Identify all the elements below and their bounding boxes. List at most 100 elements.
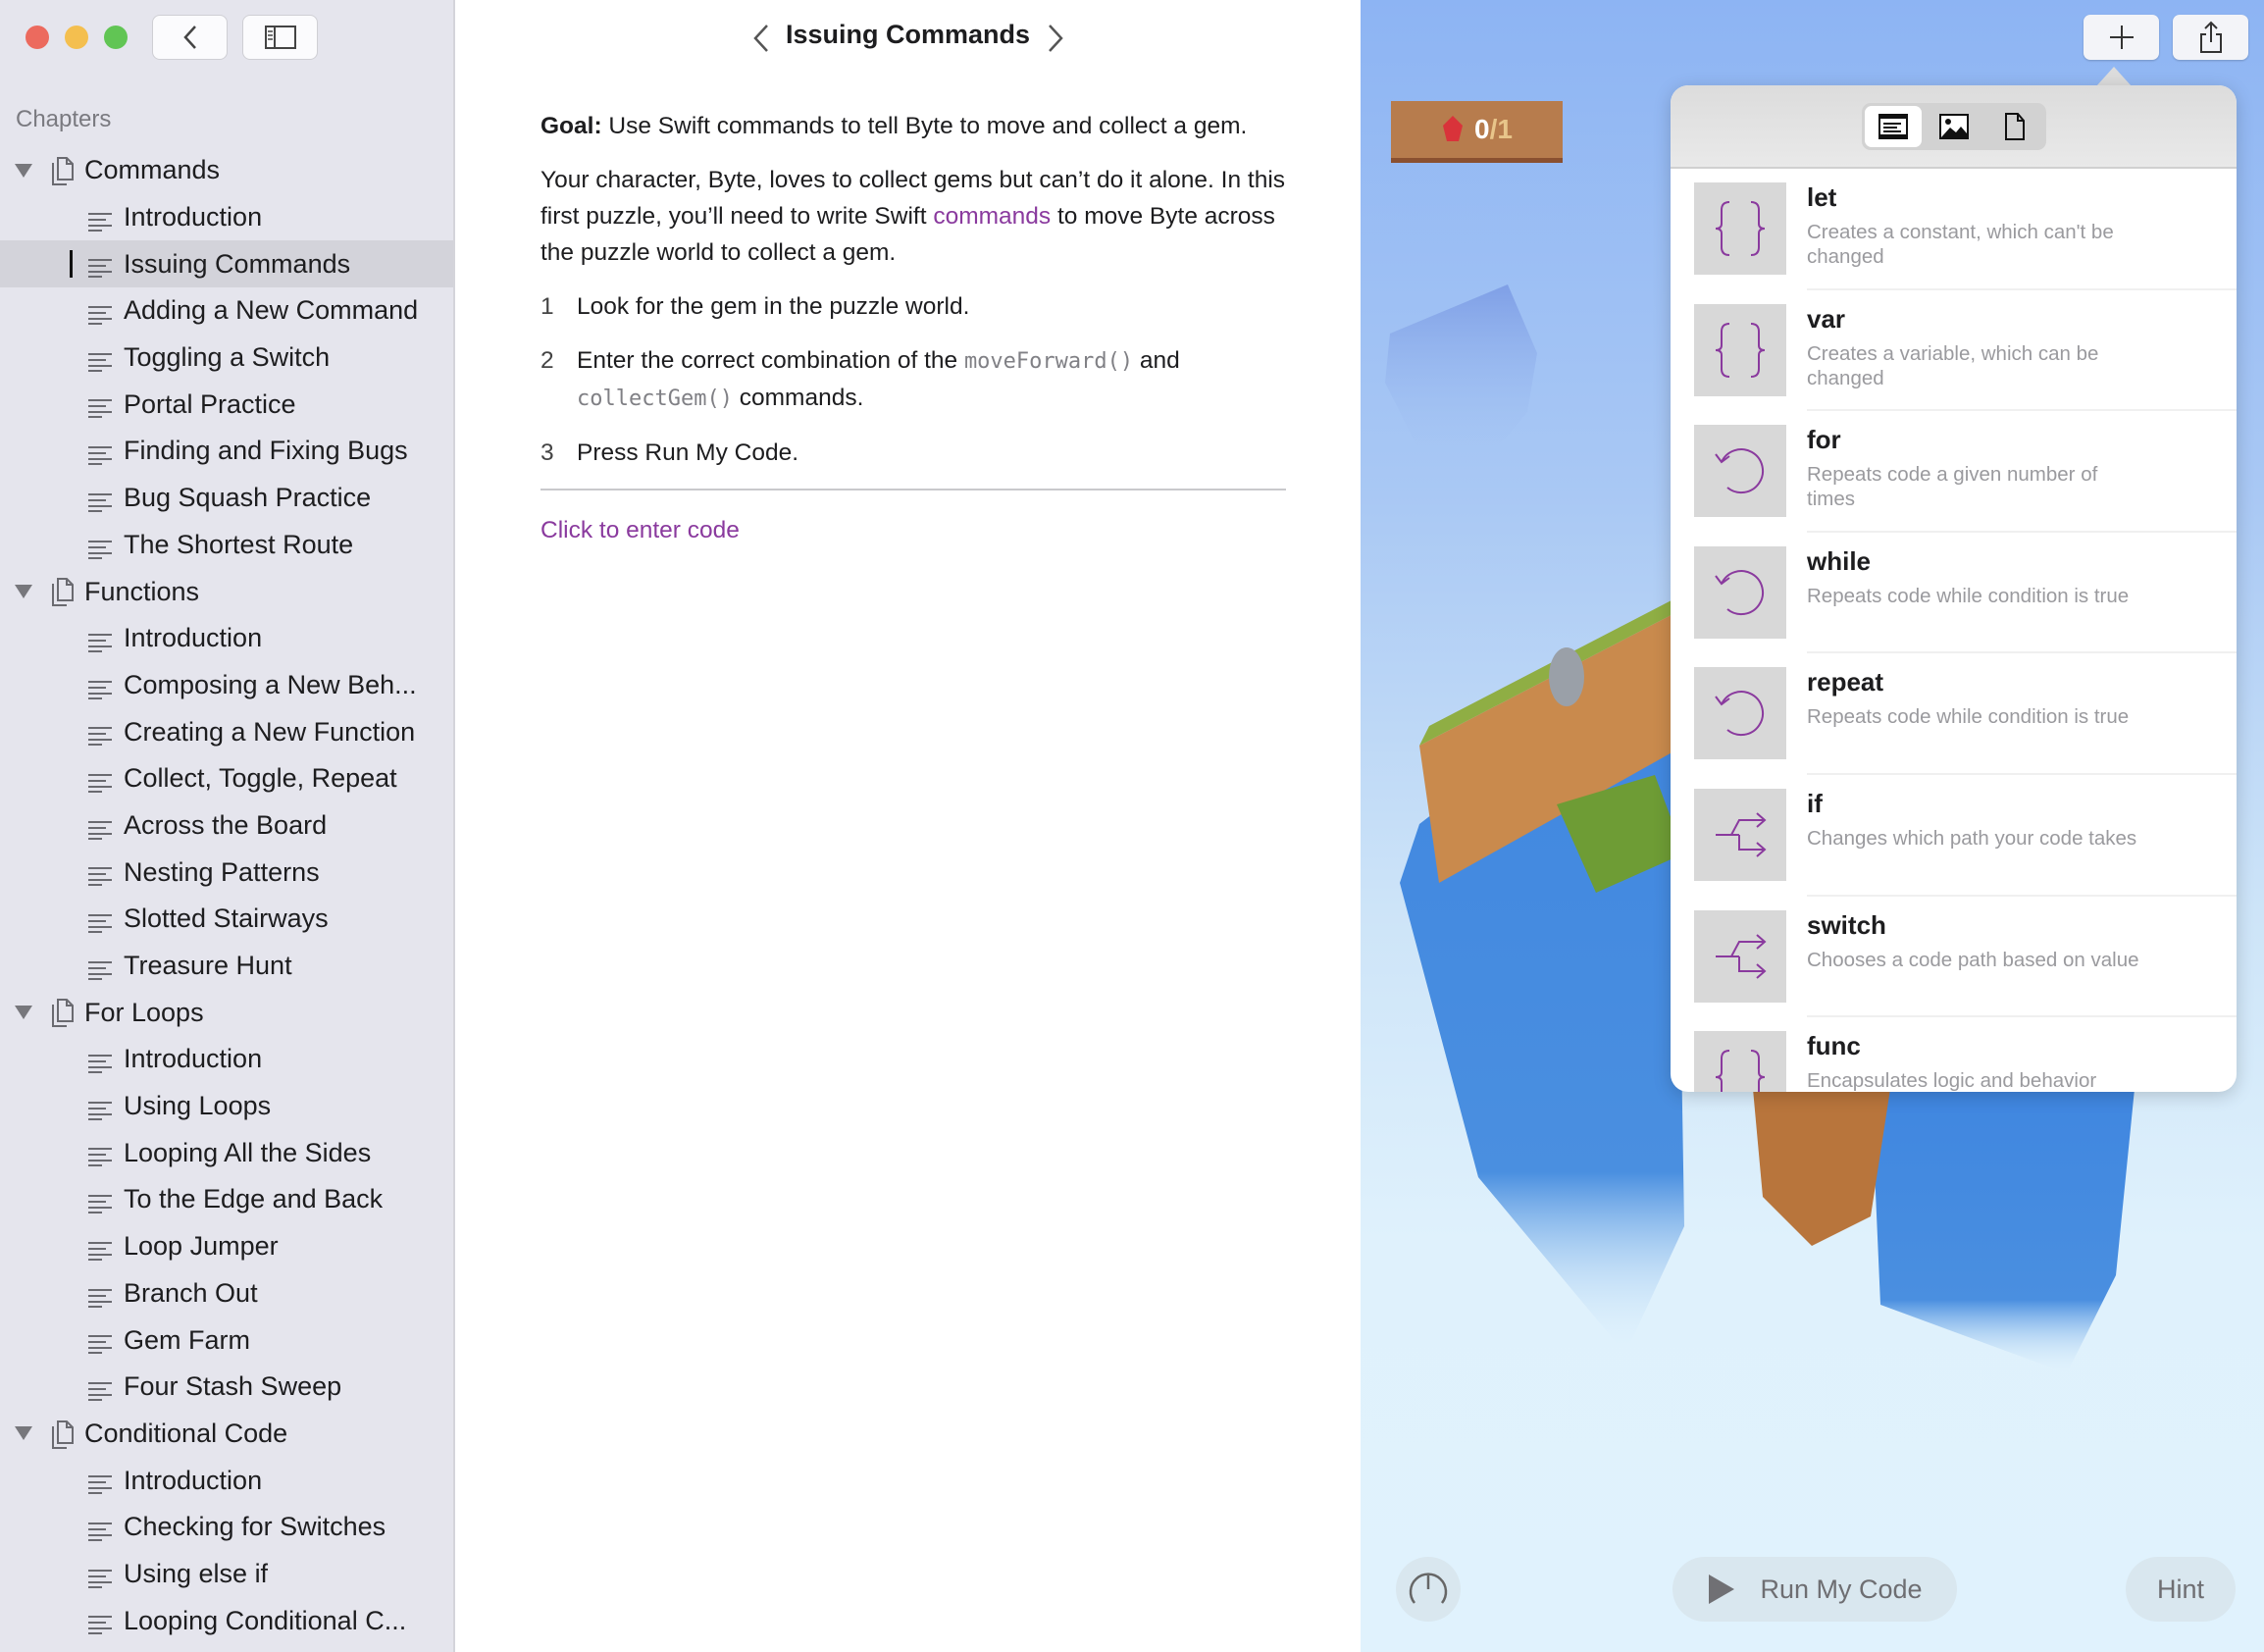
page-label: Composing a New Beh...	[124, 669, 417, 699]
snippet-title: for	[1807, 425, 1841, 455]
sidebar-page[interactable]: Introduction	[0, 1036, 453, 1083]
page-icon	[87, 676, 113, 706]
commands-link[interactable]: commands	[933, 203, 1051, 230]
share-button[interactable]	[2173, 15, 2248, 60]
snippet-title: var	[1807, 303, 1846, 334]
sidebar-page[interactable]: Loop Jumper	[0, 1223, 453, 1270]
sidebar-page[interactable]: Collect, Toggle, Repeat	[0, 755, 453, 802]
tab-code-snippets[interactable]	[1864, 105, 1922, 147]
sidebar-page[interactable]: Nesting Patterns	[0, 849, 453, 896]
tab-images[interactable]	[1926, 106, 1982, 147]
chevron-left-icon	[182, 26, 196, 49]
page-label: Introduction	[124, 623, 263, 653]
sidebar-page[interactable]: Across the Board	[0, 802, 453, 850]
toggle-sidebar-button[interactable]	[242, 15, 318, 60]
snippet-item-if[interactable]: if Changes which path your code takes	[1671, 775, 2237, 897]
page-icon	[87, 1518, 113, 1548]
plus-icon	[2109, 26, 2134, 49]
sidebar-page[interactable]: Portal Practice	[0, 381, 453, 428]
enter-code-link[interactable]: Click to enter code	[540, 512, 1286, 548]
sidebar-page[interactable]: Four Stash Sweep	[0, 1364, 453, 1411]
chapter-label: For Loops	[84, 997, 204, 1027]
page-icon	[87, 1377, 113, 1408]
step-text: Enter the correct combination of the mov…	[577, 342, 1180, 417]
sidebar-page[interactable]: Using else if	[0, 1551, 453, 1598]
hint-button[interactable]: Hint	[2126, 1557, 2236, 1622]
minimize-window-button[interactable]	[65, 26, 88, 49]
back-button[interactable]	[152, 15, 228, 60]
page-label: Introduction	[124, 1465, 263, 1495]
next-page-icon[interactable]	[1044, 22, 1067, 55]
sidebar-page[interactable]: Issuing Commands	[0, 240, 453, 288]
disclosure-triangle-icon[interactable]	[15, 1426, 32, 1441]
add-button[interactable]	[2084, 15, 2159, 60]
sidebar-chapter[interactable]: Functions	[0, 568, 453, 615]
page-label: Using else if	[124, 1558, 269, 1588]
sidebar-chapter[interactable]: Conditional Code	[0, 1411, 453, 1458]
snippet-item-switch[interactable]: switch Chooses a code path based on value	[1671, 897, 2237, 1018]
sidebar-page[interactable]: Toggling a Switch	[0, 335, 453, 382]
page-icon	[87, 816, 113, 847]
snippet-item-let[interactable]: let Creates a constant, which can't be ch…	[1671, 169, 2237, 290]
page-icon	[87, 489, 113, 519]
page-label: Loop Jumper	[124, 1231, 279, 1262]
sidebar-page[interactable]: Bug Squash Practice	[0, 475, 453, 522]
gem-icon	[1443, 116, 1464, 141]
sidebar-page[interactable]: Branch Out	[0, 1270, 453, 1317]
sidebar-page[interactable]: The Shortest Route	[0, 522, 453, 569]
zoom-window-button[interactable]	[104, 26, 128, 49]
goal-text: Goal: Use Swift commands to tell Byte to…	[540, 108, 1286, 144]
disclosure-triangle-icon[interactable]	[15, 1006, 32, 1020]
sidebar-chapter[interactable]: For Loops	[0, 989, 453, 1036]
sidebar-page[interactable]: Introduction	[0, 1457, 453, 1504]
page-icon	[87, 1284, 113, 1315]
snippet-description: Repeats code while condition is true	[1807, 705, 2130, 729]
snippet-item-while[interactable]: while Repeats code while condition is tru…	[1671, 533, 2237, 654]
page-label: Slotted Stairways	[124, 903, 329, 934]
chapter-icon	[49, 997, 77, 1035]
sidebar-page[interactable]: Creating a New Function	[0, 708, 453, 755]
chapter-list: Commands Introduction Issuing Commands Addi…	[0, 147, 453, 1644]
code-snippet-icon	[1878, 113, 1908, 139]
sidebar-page[interactable]: Gem Farm	[0, 1316, 453, 1364]
run-my-code-button[interactable]: Run My Code	[1672, 1557, 1957, 1622]
sidebar-page[interactable]: Introduction	[0, 194, 453, 241]
close-window-button[interactable]	[26, 26, 49, 49]
snippet-description: Repeats code while condition is true	[1807, 584, 2130, 607]
sidebar-page[interactable]: Adding a New Command	[0, 287, 453, 335]
snippet-item-for[interactable]: for Repeats code a given number of times	[1671, 411, 2237, 533]
page-icon	[87, 722, 113, 752]
sidebar-chapter[interactable]: Commands	[0, 147, 453, 194]
snippet-item-repeat[interactable]: repeat Repeats code while condition is tr…	[1671, 653, 2237, 775]
tab-files[interactable]	[1986, 106, 2043, 147]
step-number: 3	[540, 439, 554, 466]
sidebar-page[interactable]: To the Edge and Back	[0, 1176, 453, 1223]
code-move-forward: moveForward()	[963, 349, 1134, 374]
gem-counter: 0/1	[1391, 101, 1563, 163]
snippet-title: if	[1807, 788, 1823, 818]
snippet-item-func[interactable]: func Encapsulates logic and behavior	[1671, 1017, 2237, 1092]
sidebar-page[interactable]: Introduction	[0, 615, 453, 662]
sidebar-page[interactable]: Looping Conditional C...	[0, 1597, 453, 1644]
disclosure-triangle-icon[interactable]	[15, 163, 32, 178]
snippet-item-var[interactable]: var Creates a variable, which can be chan…	[1671, 290, 2237, 412]
sidebar-page[interactable]: Slotted Stairways	[0, 896, 453, 943]
share-icon	[2199, 21, 2222, 53]
play-icon	[1709, 1575, 1735, 1604]
step-number: 2	[540, 347, 554, 374]
sidebar-page[interactable]: Checking for Switches	[0, 1504, 453, 1551]
page-icon	[87, 1237, 113, 1267]
page-label: Across the Board	[124, 809, 328, 840]
sidebar-page[interactable]: Composing a New Beh...	[0, 662, 453, 709]
sidebar-page[interactable]: Treasure Hunt	[0, 943, 453, 990]
page-icon	[87, 441, 113, 472]
chapter-icon	[49, 576, 77, 614]
snippet-title: switch	[1807, 909, 1886, 940]
disclosure-triangle-icon[interactable]	[15, 585, 32, 599]
page-icon	[87, 1471, 113, 1501]
sidebar-page[interactable]: Finding and Fixing Bugs	[0, 428, 453, 475]
speed-button[interactable]	[1396, 1557, 1461, 1622]
sidebar-page[interactable]: Looping All the Sides	[0, 1129, 453, 1176]
sidebar-page[interactable]: Using Loops	[0, 1083, 453, 1130]
puzzle-world-view[interactable]: 0/1 let Creates a constant, which can't b…	[1361, 0, 2264, 1652]
